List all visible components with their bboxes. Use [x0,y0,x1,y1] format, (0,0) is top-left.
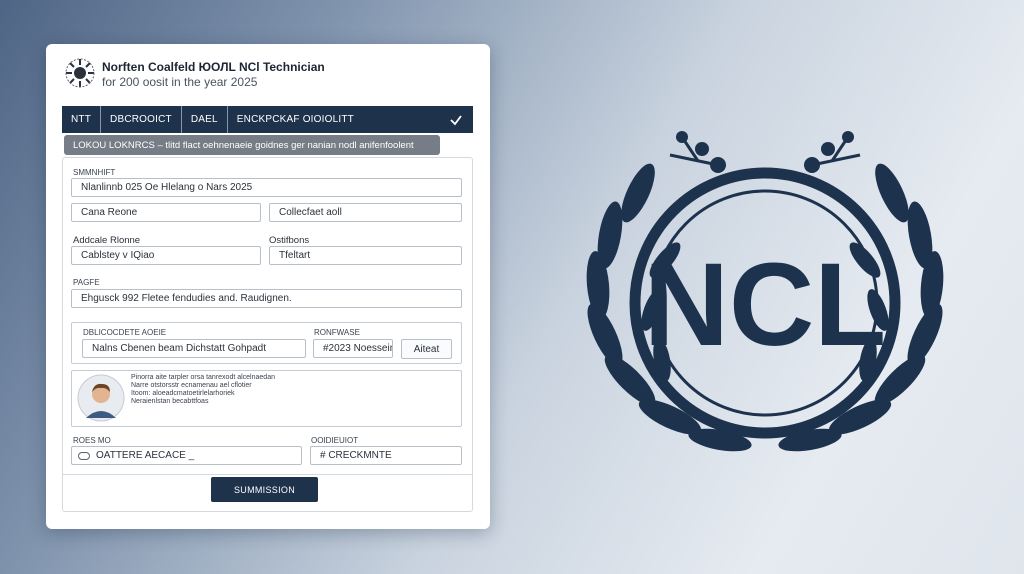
attach-button[interactable]: Aiteat [401,339,452,359]
role-label: ROES MO [73,436,111,445]
role-field[interactable]: OATTERE AECACE _ [71,446,302,465]
date-field[interactable]: Nlanlinnb 025 Oe Hlelang o Nars 2025 [71,178,462,197]
photo-notes-box: Pinorra aite tarpler orsa tanrexodt alce… [71,370,462,427]
note-line: Narre otstorsstr ecnamenau ael cflotier [131,382,252,389]
toggle-icon [78,451,90,460]
certification-box: DBLICOCDETE AOEIE RONFWASE Nalns Cbenen … [71,322,462,364]
note-line: Itoom: aloeadcmatoetirlelarhoriek [131,390,235,397]
check-icon[interactable] [449,113,463,127]
submit-button[interactable]: SUMMISSION [211,477,318,502]
logo-text: NCL [644,239,887,371]
avatar [77,374,125,422]
certification-field[interactable]: Nalns Cbenen beam Dichstatt Gohpadt [82,339,306,358]
note-line: Neraienlstan becabttfoas [131,398,209,405]
tab-ntt[interactable]: NTT [62,106,102,133]
tab-dael[interactable]: DAEL [182,106,228,133]
note-line: Pinorra aite tarpler orsa tanrexodt alce… [131,374,275,381]
document-label: OOIDIEUIOT [311,436,359,445]
qualifications-label: Ostifbons [269,235,310,246]
page-label: PAGFE [73,278,100,287]
page-title: Norften Coalfeld ЮОЛL NCl Technician [102,60,325,74]
tab-dbcrooict[interactable]: DBCROOICT [101,106,182,133]
application-card: Norften Coalfeld ЮОЛL NCl Technician for… [46,44,490,529]
certification-label: DBLICOCDETE AOEIE [83,328,167,337]
reference-field[interactable]: #2023 Noesseinn [313,339,393,358]
qualifications-field[interactable]: Tfeltart [269,246,462,265]
role-value: OATTERE AECACE _ [96,450,195,461]
address-label: Addcale Rlonne [73,235,141,246]
name-field[interactable]: Cana Reone [71,203,261,222]
ncl-logo: NCL [586,131,944,452]
section-label: SMMNHIFT [73,168,116,177]
tab-enckpckaf[interactable]: ENCKPCKAF OIOIOLITT [228,106,363,133]
reference-label: RONFWASE [314,328,360,337]
divider [63,474,472,475]
notice-banner: LOKOU LOKNRCS – tlitd flact oehnenaeie g… [64,135,440,155]
experience-field[interactable]: Ehgusck 992 Fletee fendudies and. Raudig… [71,289,462,308]
document-field[interactable]: # CRECKMNTE [310,446,462,465]
form-section: SMMNHIFT Nlanlinnb 025 Oe Hlelang o Nars… [62,157,473,512]
nav-bar: NTT DBCROOICT DAEL ENCKPCKAF OIOIOLITT [62,106,473,133]
seal-icon [65,58,95,88]
address-field[interactable]: Cablstey v IQiao [71,246,261,265]
page-subtitle: for 200 oosit in the year 2025 [102,75,258,89]
contact-field[interactable]: Collecfaet aoll [269,203,462,222]
